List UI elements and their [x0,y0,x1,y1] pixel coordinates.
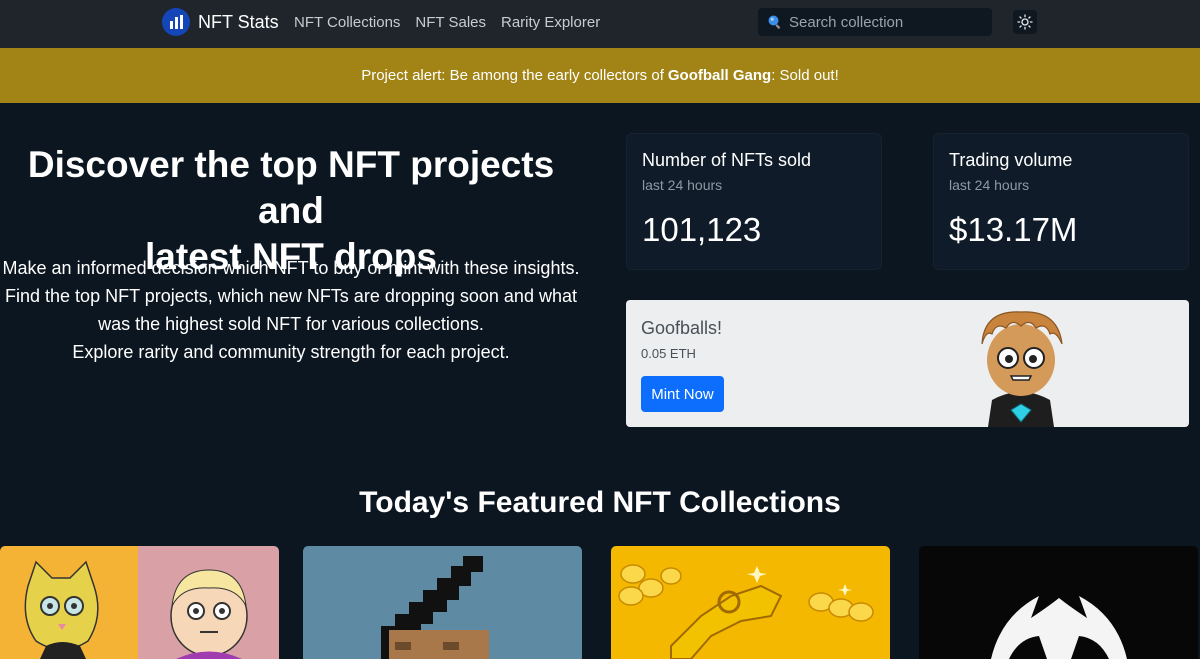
featured-collection-card[interactable] [303,546,582,659]
stat-subtitle: last 24 hours [949,177,1030,193]
mint-price: 0.05 ETH [641,346,696,361]
alert-text: Project alert: Be among the early collec… [361,67,664,84]
hero-description-line: Find the top NFT projects, which new NFT… [5,286,577,306]
trading-volume-card: Trading volume last 24 hours $13.17M [933,133,1189,270]
project-alert-banner: Project alert: Be among the early collec… [0,48,1200,103]
nav-link-nft-sales[interactable]: NFT Sales [415,14,486,31]
search-input[interactable] [789,13,979,31]
theme-toggle-button[interactable] [1013,10,1037,34]
goofball-nft-image [981,311,1063,427]
mint-now-button[interactable]: Mint Now [641,376,724,412]
collection-thumbnail [611,546,890,659]
stat-title: Trading volume [949,150,1073,170]
featured-collection-card[interactable] [0,546,279,659]
stat-title: Number of NFTs sold [642,150,812,170]
search-icon [768,15,781,29]
stat-value: 101,123 [642,211,762,248]
collection-thumbnail [303,546,582,659]
sun-icon [1017,14,1033,30]
featured-collection-card[interactable] [919,546,1198,659]
alert-project-name[interactable]: Goofball Gang [668,67,771,84]
collection-thumbnail [0,546,279,659]
nav-link-rarity-explorer[interactable]: Rarity Explorer [501,14,600,31]
brand[interactable]: NFT Stats [162,8,279,36]
hero-description-line: Make an informed decision which NFT to b… [2,258,580,278]
mint-project-name: Goofballs! [641,318,723,338]
collection-thumbnail [919,546,1198,659]
hero-description: Make an informed decision which NFT to b… [0,254,582,366]
hero-description-line: was the highest sold NFT for various col… [98,314,484,334]
nav-link-nft-collections[interactable]: NFT Collections [294,14,400,31]
hero-description-line: Explore rarity and community strength fo… [72,342,510,362]
alert-status: : Sold out! [771,67,839,84]
mint-card: Goofballs! 0.05 ETH Mint Now [626,300,1189,427]
hero-title-line-1: Discover the top NFT projects and [27,144,555,231]
bar-chart-logo-icon [162,8,190,36]
search-box [758,8,992,36]
featured-collections-title: Today's Featured NFT Collections [359,486,841,519]
brand-name: NFT Stats [198,11,279,32]
top-navbar: NFT Stats NFT Collections NFT Sales Rari… [0,0,1200,48]
featured-collection-card[interactable] [611,546,890,659]
nav-links: NFT Collections NFT Sales Rarity Explore… [294,14,600,31]
stat-value: $13.17M [949,211,1078,248]
nfts-sold-card: Number of NFTs sold last 24 hours 101,12… [626,133,882,270]
stat-subtitle: last 24 hours [642,177,723,193]
